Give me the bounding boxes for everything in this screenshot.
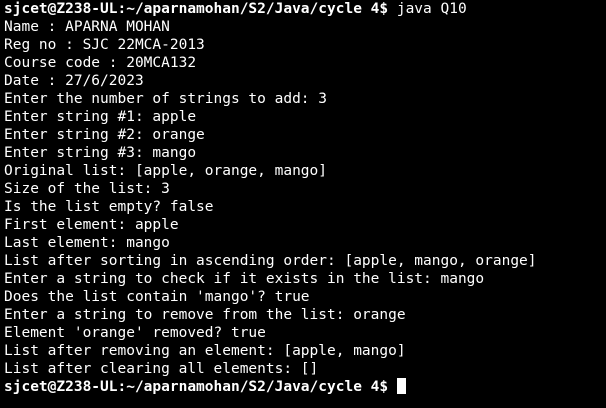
output-line: List after clearing all elements: [] <box>4 361 319 377</box>
output-line: Name : APARNA MOHAN <box>4 19 170 35</box>
output-line: Course code : 20MCA132 <box>4 55 197 71</box>
output-line: First element: apple <box>4 217 179 233</box>
output-line: Enter the number of strings to add: 3 <box>4 91 328 107</box>
output-line: Enter string #1: apple <box>4 109 197 125</box>
output-line: List after removing an element: [apple, … <box>4 343 406 359</box>
output-line: Size of the list: 3 <box>4 181 170 197</box>
output-line: Enter a string to check if it exists in … <box>4 271 485 287</box>
final-prompt-line[interactable]: sjcet@Z238-UL:~/aparnamohan/S2/Java/cycl… <box>4 378 606 396</box>
output-line: Element 'orange' removed? true <box>4 325 266 341</box>
output-line: Enter string #3: mango <box>4 145 197 161</box>
shell-prompt: sjcet@Z238-UL:~/aparnamohan/S2/Java/cycl… <box>4 1 389 17</box>
output-line: Enter a string to remove from the list: … <box>4 307 406 323</box>
output-line: Is the list empty? false <box>4 199 214 215</box>
output-line: Does the list contain 'mango'? true <box>4 289 310 305</box>
output-line: Enter string #2: orange <box>4 127 205 143</box>
command-line: sjcet@Z238-UL:~/aparnamohan/S2/Java/cycl… <box>4 0 606 18</box>
output-line: Date : 27/6/2023 <box>4 73 144 89</box>
output-line: Reg no : SJC 22MCA-2013 <box>4 37 205 53</box>
terminal-window[interactable]: sjcet@Z238-UL:~/aparnamohan/S2/Java/cycl… <box>0 0 606 408</box>
typed-command: java Q10 <box>388 1 467 17</box>
shell-prompt: sjcet@Z238-UL:~/aparnamohan/S2/Java/cycl… <box>4 379 389 395</box>
output-line: Last element: mango <box>4 235 170 251</box>
text-cursor <box>397 378 407 394</box>
output-line: List after sorting in ascending order: [… <box>4 253 537 269</box>
output-line: Original list: [apple, orange, mango] <box>4 163 328 179</box>
